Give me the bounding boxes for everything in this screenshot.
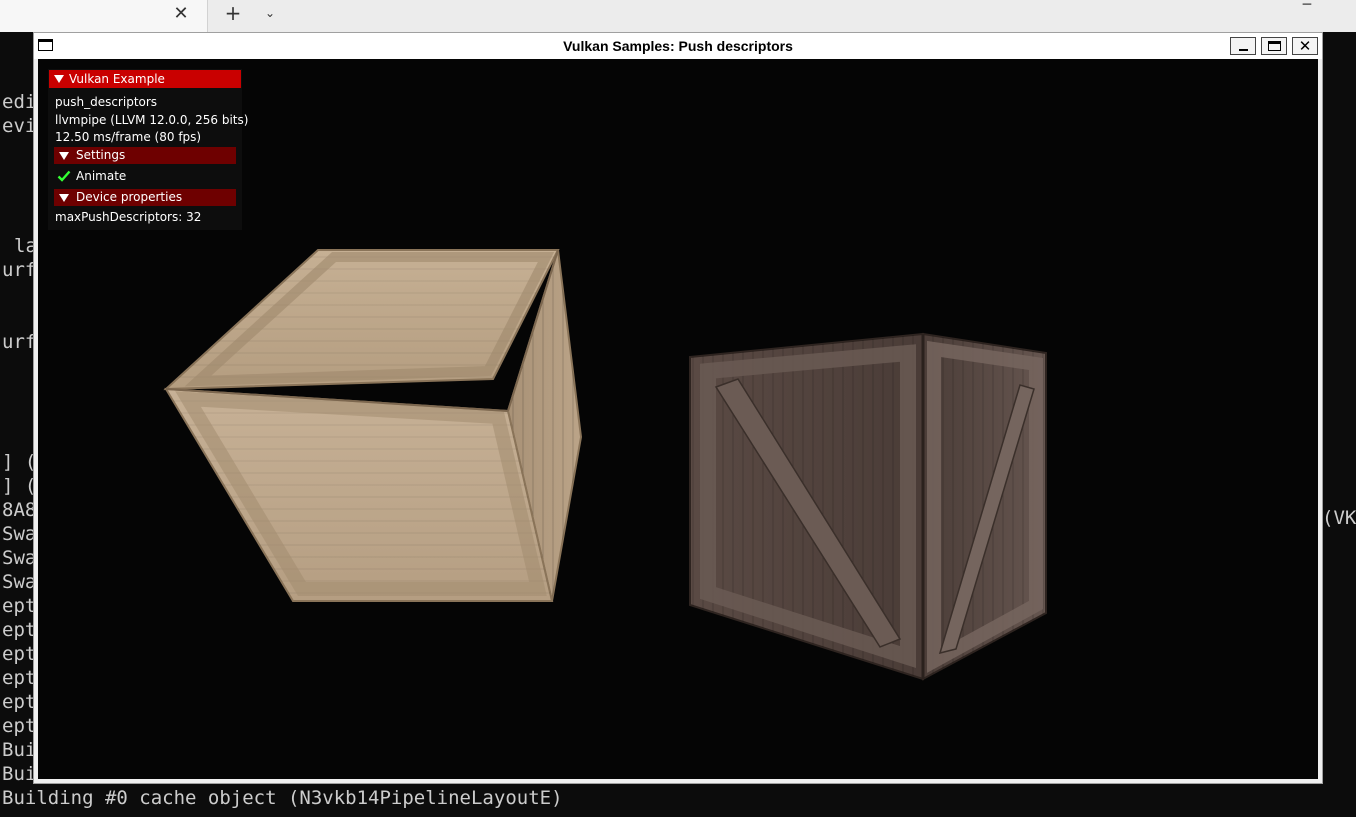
terminal-line: urf — [2, 259, 37, 281]
panel-title: Vulkan Example — [69, 72, 165, 86]
terminal-tab[interactable]: ✕ — [0, 0, 208, 32]
terminal-line: Swa — [2, 523, 37, 545]
minimize-icon[interactable]: ─ — [1297, 0, 1317, 14]
frame-time: 12.50 ms/frame (80 fps) — [55, 130, 202, 144]
device-properties-label: Device properties — [76, 190, 183, 204]
terminal-line: ept — [2, 595, 37, 617]
maximize-icon — [1268, 41, 1281, 51]
terminal-line-fragment: (VK — [1322, 507, 1356, 529]
collapse-triangle-icon — [59, 152, 69, 160]
dark-wooden-crate — [689, 332, 1047, 681]
animate-checkbox-label[interactable]: Animate — [76, 169, 126, 183]
terminal-line: 8A8 — [2, 499, 37, 521]
terminal-line: Building #0 cache object (N3vkb14Pipelin… — [2, 787, 563, 809]
vulkan-window: Vulkan Samples: Push descriptors ✕ Vulka… — [33, 32, 1323, 784]
max-push-descriptors: maxPushDescriptors: 32 — [55, 210, 202, 224]
device-name: llvmpipe (LLVM 12.0.0, 256 bits) — [55, 113, 249, 127]
terminal-line: edi — [2, 91, 37, 113]
terminal-line: urf — [2, 331, 37, 353]
close-icon[interactable]: ✕ — [171, 4, 191, 24]
window-titlebar[interactable]: Vulkan Samples: Push descriptors ✕ — [34, 33, 1322, 59]
settings-header-label: Settings — [76, 148, 126, 162]
terminal-line: ept — [2, 691, 37, 713]
minimize-icon — [1239, 49, 1248, 51]
terminal-line: ept — [2, 667, 37, 689]
collapse-triangle-icon[interactable] — [54, 75, 64, 83]
window-title: Vulkan Samples: Push descriptors — [563, 38, 793, 54]
plus-icon[interactable]: + — [222, 2, 244, 24]
close-button[interactable]: ✕ — [1292, 37, 1318, 55]
settings-header[interactable]: Settings — [54, 147, 236, 164]
terminal-line: ept — [2, 715, 37, 737]
terminal-line: evi — [2, 115, 37, 137]
chevron-down-icon[interactable]: ⌄ — [260, 2, 280, 24]
terminal-line: ept — [2, 619, 37, 641]
maximize-button[interactable] — [1261, 37, 1287, 55]
imgui-panel[interactable]: Vulkan Example push_descriptors llvmpipe… — [48, 69, 248, 230]
terminal-tab-bar: ✕ + ⌄ ─ — [0, 0, 1356, 32]
light-wooden-crate — [163, 249, 583, 602]
terminal-line: Bui — [2, 739, 37, 761]
terminal-line: ept — [2, 643, 37, 665]
terminal-line: Bui — [2, 763, 37, 785]
close-icon: ✕ — [1298, 37, 1312, 55]
terminal-line: ] ( — [2, 475, 37, 497]
collapse-triangle-icon — [59, 194, 69, 202]
device-properties-header[interactable]: Device properties — [54, 189, 236, 206]
panel-titlebar[interactable]: Vulkan Example — [49, 70, 241, 88]
terminal-line: Swa — [2, 571, 37, 593]
checkmark-icon[interactable] — [57, 169, 71, 183]
render-viewport[interactable]: Vulkan Example push_descriptors llvmpipe… — [38, 59, 1318, 779]
terminal-line: Swa — [2, 547, 37, 569]
minimize-button[interactable] — [1230, 37, 1256, 55]
app-name: push_descriptors — [55, 95, 158, 109]
terminal-line: ] ( — [2, 451, 37, 473]
